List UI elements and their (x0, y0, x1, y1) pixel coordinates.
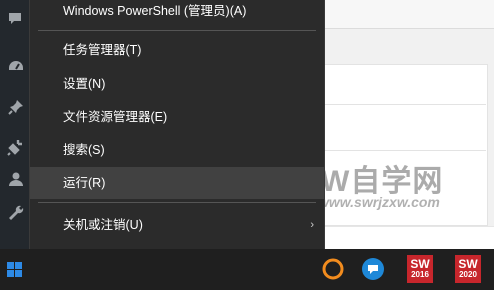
menu-item-search[interactable]: 搜索(S) (30, 134, 324, 166)
menu-item-label: 搜索(S) (63, 143, 105, 157)
windows-start-icon (7, 262, 22, 277)
solidworks-label: SW (458, 257, 478, 271)
menu-item-label: 任务管理器(T) (63, 43, 142, 57)
plug-icon[interactable] (7, 138, 25, 156)
solidworks-label: SW (410, 257, 430, 271)
menu-item-label: 文件资源管理器(E) (63, 110, 168, 124)
menu-item-powershell-admin[interactable]: Windows PowerShell (管理员)(A) (30, 0, 324, 27)
menu-item-settings[interactable]: 设置(N) (30, 68, 324, 100)
menu-item-label: 关机或注销(U) (63, 218, 143, 232)
chat-bubble-icon[interactable] (360, 256, 386, 282)
background-panel (322, 64, 488, 226)
menu-item-label: 设置(N) (63, 77, 106, 91)
solidworks-icon[interactable]: SW 2016 (407, 255, 433, 283)
menu-item-file-explorer[interactable]: 文件资源管理器(E) (30, 101, 324, 133)
orange-circle-icon[interactable] (320, 256, 346, 282)
menu-item-run[interactable]: 运行(R) (30, 167, 324, 199)
menu-item-task-manager[interactable]: 任务管理器(T) (30, 34, 324, 66)
divider (322, 104, 486, 105)
start-button[interactable] (0, 249, 29, 290)
menu-item-label: Windows PowerShell (管理员)(A) (63, 4, 247, 18)
menu-separator (38, 30, 316, 31)
winx-context-menu: Windows PowerShell (管理员)(A) 任务管理器(T) 设置(… (29, 0, 325, 286)
solidworks-year: 2020 (459, 270, 477, 279)
comment-icon[interactable] (7, 10, 25, 28)
wrench-icon[interactable] (7, 204, 25, 222)
divider (322, 150, 486, 151)
user-icon[interactable] (7, 170, 25, 188)
menu-separator (38, 202, 316, 203)
admin-sidebar (0, 0, 32, 249)
pin-icon[interactable] (7, 98, 25, 116)
taskbar: SW 2016 SW 2020 (0, 249, 494, 290)
menu-item-shutdown-signout[interactable]: 关机或注销(U) › (30, 209, 324, 241)
solidworks-year: 2016 (411, 270, 429, 279)
dashboard-icon[interactable] (7, 58, 25, 76)
menu-item-label: 运行(R) (63, 176, 106, 190)
solidworks-icon[interactable]: SW 2020 (455, 255, 481, 283)
chevron-right-icon: › (310, 219, 314, 231)
